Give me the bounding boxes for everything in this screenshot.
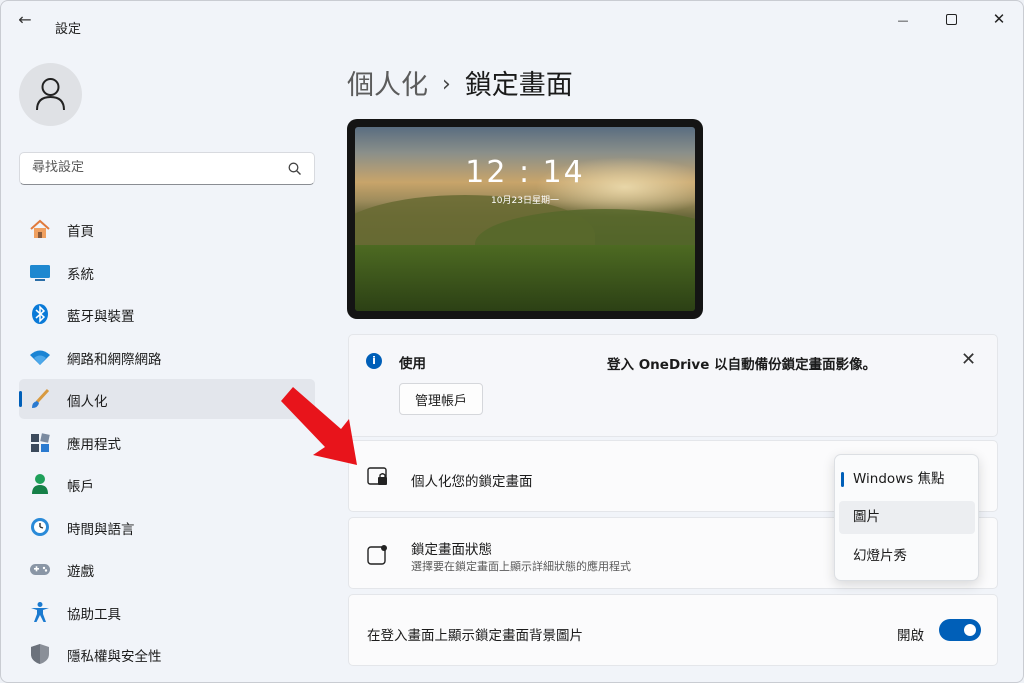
sidebar-item-gaming[interactable]: 遊戲: [19, 549, 315, 589]
lock-screen-type-dropdown: Windows 焦點 圖片 幻燈片秀: [834, 454, 979, 581]
maximize-button[interactable]: [931, 7, 971, 31]
avatar[interactable]: [19, 63, 82, 126]
sidebar-item-time-language[interactable]: 時間與語言: [19, 507, 315, 547]
settings-window: ← 設定 — ✕ 首頁: [0, 0, 1024, 683]
annotation-arrow-icon: [281, 387, 357, 465]
breadcrumb-parent[interactable]: 個人化: [347, 70, 428, 101]
preview-image: 12 : 14 10月23日星期一: [355, 127, 695, 311]
preview-clock: 12 : 14: [465, 155, 585, 190]
back-arrow-icon: ←: [18, 10, 32, 29]
banner-message: 登入 OneDrive 以自動備份鎖定畫面影像。: [607, 357, 877, 373]
brush-icon: [32, 388, 50, 408]
back-button[interactable]: ←: [11, 9, 39, 31]
sidebar-item-label: 遊戲: [67, 564, 94, 580]
row-title: 在登入畫面上顯示鎖定畫面背景圖片: [367, 628, 583, 644]
wifi-icon: [30, 350, 50, 365]
info-icon: i: [366, 353, 382, 369]
search-icon[interactable]: [288, 162, 302, 176]
accessibility-icon: [31, 601, 49, 622]
breadcrumb: 個人化 › 鎖定畫面: [347, 63, 573, 102]
person-icon: [32, 474, 48, 494]
minimize-icon: —: [897, 14, 909, 27]
selected-indicator: [841, 472, 844, 487]
user-icon: [36, 78, 65, 111]
sidebar-item-personalization[interactable]: 個人化: [19, 379, 315, 419]
sidebar-item-label: 應用程式: [67, 436, 121, 453]
lock-screen-preview: 12 : 14 10月23日星期一: [347, 119, 703, 319]
row-title: 個人化您的鎖定畫面: [411, 474, 533, 490]
gamepad-icon: [30, 564, 50, 575]
row-subtitle: 選擇要在鎖定畫面上顯示詳細狀態的應用程式: [411, 560, 631, 573]
sidebar-item-label: 協助工具: [67, 606, 121, 623]
onedrive-banner: i 使用 登入 OneDrive 以自動備份鎖定畫面影像。 ✕ 管理帳戶: [348, 334, 998, 437]
title-bar: ← 設定 — ✕: [1, 1, 1023, 37]
shield-icon: [31, 644, 49, 664]
minimize-button[interactable]: —: [883, 7, 923, 31]
preview-date: 10月23日星期一: [491, 196, 559, 206]
dropdown-option-slideshow[interactable]: 幻燈片秀: [839, 540, 975, 573]
display-icon: [30, 264, 50, 281]
apps-icon: [31, 432, 50, 452]
app-title: 設定: [55, 22, 82, 37]
sidebar-item-label: 首頁: [67, 224, 94, 240]
sidebar-item-label: 時間與語言: [67, 521, 135, 538]
sidebar-item-system[interactable]: 系統: [19, 252, 315, 292]
banner-title: 使用: [399, 356, 426, 372]
close-window-button[interactable]: ✕: [979, 7, 1019, 31]
sidebar-item-label: 個人化: [67, 394, 108, 410]
signin-background-row: 在登入畫面上顯示鎖定畫面背景圖片 開啟: [348, 594, 998, 666]
row-title: 鎖定畫面狀態: [411, 542, 492, 558]
sidebar-item-label: 系統: [67, 266, 94, 283]
active-indicator: [19, 391, 22, 407]
home-icon: [30, 219, 50, 238]
lock-screen-icon: [367, 467, 387, 485]
search-input[interactable]: [32, 160, 282, 175]
close-icon: ✕: [961, 349, 977, 370]
sidebar-item-accounts[interactable]: 帳戶: [19, 464, 315, 504]
toggle-state-label: 開啟: [897, 628, 924, 644]
manage-account-button[interactable]: 管理帳戶: [399, 383, 483, 415]
sidebar-item-apps[interactable]: 應用程式: [19, 422, 315, 462]
sidebar-item-home[interactable]: 首頁: [19, 209, 315, 249]
page-title: 鎖定畫面: [464, 70, 573, 101]
chevron-right-icon: ›: [442, 72, 451, 97]
sidebar-item-label: 網路和網際網路: [67, 351, 162, 368]
search-box[interactable]: [19, 152, 315, 185]
sidebar-item-label: 隱私權與安全性: [67, 649, 162, 665]
sidebar-item-network[interactable]: 網路和網際網路: [19, 337, 315, 377]
sidebar-nav: 首頁 系統 藍牙與裝置 網路和網際網路 個人化 應用程式 帳戶 時間與語言 遊戲…: [19, 209, 315, 677]
sidebar-item-label: 藍牙與裝置: [67, 309, 135, 325]
signin-background-toggle[interactable]: [939, 619, 981, 641]
sidebar-item-label: 帳戶: [67, 479, 94, 495]
dropdown-option-windows-spotlight[interactable]: Windows 焦點: [839, 463, 975, 496]
toggle-knob: [964, 624, 976, 636]
banner-close-button[interactable]: ✕: [961, 349, 976, 370]
dropdown-option-picture[interactable]: 圖片: [839, 501, 975, 534]
status-icon: [367, 545, 387, 565]
maximize-icon: [945, 14, 957, 25]
sidebar-item-accessibility[interactable]: 協助工具: [19, 592, 315, 632]
sidebar-item-bluetooth[interactable]: 藍牙與裝置: [19, 294, 315, 334]
bluetooth-icon: [32, 304, 48, 324]
clock-globe-icon: [31, 517, 49, 536]
close-icon: ✕: [992, 10, 1006, 28]
sidebar-item-privacy[interactable]: 隱私權與安全性: [19, 634, 315, 674]
